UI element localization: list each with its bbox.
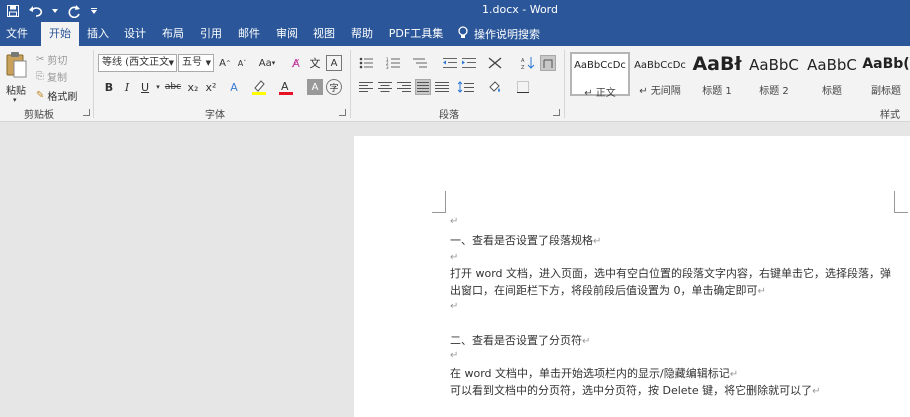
tab-home[interactable]: 开始 bbox=[41, 22, 79, 46]
group-separator bbox=[564, 50, 565, 118]
phonetic-guide-icon[interactable]: 文 bbox=[307, 55, 323, 71]
tab-mailings[interactable]: 邮件 bbox=[235, 22, 263, 46]
body-paragraph-line[interactable]: 在 word 文档中，单击开始选项栏内的显示/隐藏编辑标记↵ bbox=[450, 365, 738, 381]
tab-layout[interactable]: 布局 bbox=[159, 22, 187, 46]
highlighter-icon bbox=[252, 80, 266, 95]
strikethrough-button[interactable]: abc bbox=[163, 79, 183, 95]
style-no-spacing[interactable]: AaBbCcDc ↵ 无间隔 bbox=[632, 52, 688, 97]
tab-pdf-tools[interactable]: PDF工具集 bbox=[388, 22, 444, 46]
empty-paragraph[interactable]: ↵ bbox=[450, 299, 458, 312]
bold-button[interactable]: B bbox=[101, 79, 117, 95]
subscript-button[interactable]: x₂ bbox=[185, 79, 201, 95]
style-normal[interactable]: AaBbCcDc ↵ 正文 bbox=[570, 52, 630, 99]
body-paragraph-line[interactable]: 出窗口，在间距栏下方，将段前段后值设置为 0，单击确定即可↵ bbox=[450, 282, 766, 298]
change-case-button[interactable]: Aa ▾ bbox=[256, 55, 278, 71]
chevron-down-icon: ▼ bbox=[205, 59, 211, 67]
tab-file[interactable]: 文件 bbox=[0, 22, 34, 46]
empty-paragraph[interactable]: ↵ bbox=[450, 348, 458, 361]
decrease-indent-icon[interactable] bbox=[442, 55, 458, 71]
shading-icon[interactable] bbox=[487, 79, 503, 95]
style-heading-1[interactable]: AaBł 标题 1 bbox=[690, 52, 744, 97]
style-title[interactable]: AaBbC 标题 bbox=[804, 52, 860, 97]
tab-references[interactable]: 引用 bbox=[197, 22, 225, 46]
scissors-icon: ✂ bbox=[36, 54, 45, 65]
paragraph-label: 段落 bbox=[439, 110, 459, 121]
grow-font-button[interactable]: A ^ bbox=[217, 55, 233, 71]
enclose-character-icon[interactable]: 字 bbox=[326, 79, 342, 95]
tab-help[interactable]: 帮助 bbox=[348, 22, 376, 46]
body-paragraph-line[interactable]: 可以看到文档中的分页符，选中分页符，按 Delete 键，将它删除就可以了↵ bbox=[450, 382, 821, 398]
align-center-icon[interactable] bbox=[377, 79, 393, 95]
multilevel-list-icon[interactable] bbox=[412, 55, 428, 71]
cut-button[interactable]: ✂ 剪切 bbox=[36, 52, 67, 67]
font-label: 字体 bbox=[205, 110, 225, 121]
paste-dropdown-icon: ▾ bbox=[13, 96, 17, 104]
group-separator bbox=[350, 50, 351, 118]
svg-text:3: 3 bbox=[386, 65, 389, 69]
tab-design[interactable]: 设计 bbox=[121, 22, 149, 46]
font-launcher-icon[interactable] bbox=[339, 109, 346, 116]
style-subtitle[interactable]: AaBb( 副标题 bbox=[862, 52, 910, 97]
tell-me-label: 操作说明搜索 bbox=[474, 28, 540, 41]
shrink-font-button[interactable]: Aˇ bbox=[234, 55, 250, 71]
ribbon-home: 粘贴 ▾ ✂ 剪切 ⎘ 复制 ✎ 格式刷 剪贴板 等线 (西文正文 ▼ 五号 ▼ A ^ A… bbox=[0, 46, 910, 122]
empty-paragraph[interactable]: ↵ bbox=[450, 214, 458, 227]
character-shading-icon[interactable]: A bbox=[307, 79, 323, 95]
tab-insert[interactable]: 插入 bbox=[84, 22, 112, 46]
bullets-icon[interactable] bbox=[358, 55, 374, 71]
format-painter-button[interactable]: ✎ 格式刷 bbox=[36, 88, 77, 103]
font-color-button[interactable]: A bbox=[278, 79, 294, 95]
window-title: 1.docx - Word bbox=[481, 3, 558, 16]
chinese-layout-icon[interactable] bbox=[487, 55, 503, 71]
font-name-combo[interactable]: 等线 (西文正文 ▼ bbox=[98, 54, 177, 72]
paste-button[interactable]: 粘贴 ▾ bbox=[4, 52, 30, 106]
character-border-icon[interactable]: A bbox=[326, 55, 342, 71]
highlight-button[interactable] bbox=[251, 79, 267, 95]
distributed-icon[interactable] bbox=[434, 79, 450, 95]
document-page[interactable]: ↵ 一、查看是否设置了段落规格↵ ↵ 打开 word 文档，进入页面，选中有空白… bbox=[354, 136, 910, 417]
show-hide-marks-icon[interactable] bbox=[540, 55, 556, 71]
line-spacing-icon[interactable] bbox=[458, 79, 474, 95]
justify-icon[interactable] bbox=[415, 79, 431, 95]
paste-icon bbox=[6, 52, 27, 78]
italic-button[interactable]: I bbox=[119, 79, 135, 95]
clear-formatting-icon[interactable]: A̸ bbox=[288, 55, 304, 71]
font-size-combo[interactable]: 五号 ▼ bbox=[178, 54, 214, 72]
copy-icon: ⎘ bbox=[36, 71, 44, 82]
sort-icon[interactable]: AZ bbox=[520, 55, 536, 71]
text-effects-icon[interactable]: A bbox=[226, 79, 242, 95]
group-separator bbox=[93, 50, 94, 118]
font-color-icon: A bbox=[279, 80, 293, 95]
paragraph-launcher-icon[interactable] bbox=[553, 109, 560, 116]
tab-review[interactable]: 审阅 bbox=[273, 22, 301, 46]
style-heading-2[interactable]: AaBbC 标题 2 bbox=[746, 52, 802, 97]
paste-label: 粘贴 bbox=[6, 86, 26, 97]
increase-indent-icon[interactable] bbox=[461, 55, 477, 71]
body-paragraph-line[interactable]: 打开 word 文档，进入页面，选中有空白位置的段落文字内容，右键单击它，选择段… bbox=[450, 265, 891, 281]
margin-corner-mark bbox=[432, 191, 446, 213]
tell-me-search[interactable]: 操作说明搜索 bbox=[458, 22, 540, 46]
tab-view[interactable]: 视图 bbox=[310, 22, 338, 46]
align-left-icon[interactable] bbox=[358, 79, 374, 95]
svg-text:Z: Z bbox=[521, 65, 525, 70]
numbering-icon[interactable]: 123 bbox=[385, 55, 401, 71]
empty-paragraph[interactable]: ↵ bbox=[450, 250, 458, 263]
title-bar: 1.docx - Word bbox=[0, 0, 910, 22]
chevron-down-icon: ▼ bbox=[168, 59, 174, 67]
svg-text:A: A bbox=[281, 80, 289, 93]
heading-paragraph-2[interactable]: 二、查看是否设置了分页符↵ bbox=[450, 332, 590, 348]
lightbulb-icon bbox=[458, 26, 468, 42]
brush-icon: ✎ bbox=[36, 90, 45, 101]
ribbon-tabs: 文件 开始 插入 设计 布局 引用 邮件 审阅 视图 帮助 PDF工具集 操作说… bbox=[0, 22, 910, 46]
heading-paragraph-1[interactable]: 一、查看是否设置了段落规格↵ bbox=[450, 232, 601, 248]
clipboard-label: 剪贴板 bbox=[24, 110, 54, 121]
borders-icon[interactable] bbox=[515, 79, 531, 95]
svg-text:A: A bbox=[521, 58, 525, 64]
styles-label: 样式 bbox=[880, 110, 900, 121]
superscript-button[interactable]: x² bbox=[203, 79, 219, 95]
copy-button[interactable]: ⎘ 复制 bbox=[36, 69, 67, 84]
margin-corner-mark bbox=[894, 191, 908, 213]
clipboard-launcher-icon[interactable] bbox=[83, 109, 90, 116]
align-right-icon[interactable] bbox=[396, 79, 412, 95]
